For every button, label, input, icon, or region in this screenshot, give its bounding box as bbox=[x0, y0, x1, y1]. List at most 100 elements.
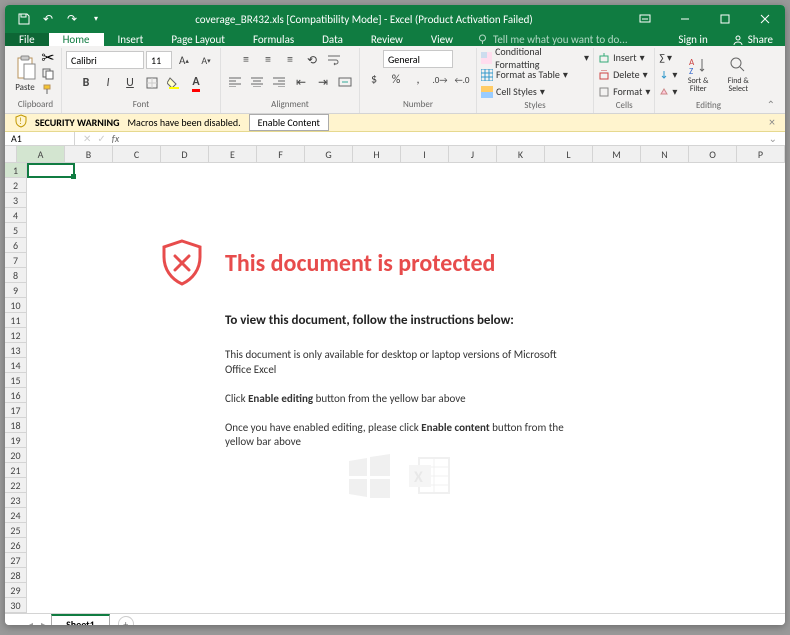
row-header-9[interactable]: 9 bbox=[5, 283, 26, 298]
row-header-27[interactable]: 27 bbox=[5, 553, 26, 568]
align-center-icon[interactable] bbox=[247, 72, 267, 92]
row-header-11[interactable]: 11 bbox=[5, 313, 26, 328]
font-size-select[interactable]: 11 bbox=[146, 51, 172, 69]
shrink-font-icon[interactable]: A▾ bbox=[196, 50, 216, 70]
row-header-25[interactable]: 25 bbox=[5, 523, 26, 538]
row-header-28[interactable]: 28 bbox=[5, 568, 26, 583]
increase-indent-icon[interactable]: ⇥ bbox=[313, 72, 333, 92]
row-header-22[interactable]: 22 bbox=[5, 478, 26, 493]
find-select-button[interactable]: Find & Select bbox=[719, 56, 758, 93]
orientation-icon[interactable]: ⟲ bbox=[302, 50, 322, 70]
merge-center-icon[interactable] bbox=[335, 72, 355, 92]
align-right-icon[interactable] bbox=[269, 72, 289, 92]
copy-icon[interactable] bbox=[39, 67, 57, 81]
maximize-button[interactable] bbox=[705, 5, 745, 33]
collapse-ribbon-icon[interactable]: ⌃ bbox=[762, 96, 780, 113]
align-top-icon[interactable]: ≡ bbox=[236, 50, 256, 70]
sheet-nav-prev-icon[interactable]: ◂ bbox=[25, 618, 36, 626]
col-header-N[interactable]: N bbox=[641, 146, 689, 162]
row-header-2[interactable]: 2 bbox=[5, 178, 26, 193]
autosum-icon[interactable]: ∑ ▾ bbox=[659, 50, 672, 65]
align-bottom-icon[interactable]: ≡ bbox=[280, 50, 300, 70]
grow-font-icon[interactable]: A▴ bbox=[174, 50, 194, 70]
font-name-select[interactable]: Calibri bbox=[66, 51, 144, 69]
row-header-4[interactable]: 4 bbox=[5, 208, 26, 223]
tab-formulas[interactable]: Formulas bbox=[239, 33, 308, 46]
col-header-I[interactable]: I bbox=[401, 146, 449, 162]
name-box[interactable]: A1 bbox=[5, 132, 75, 145]
number-format-select[interactable]: General bbox=[383, 50, 453, 68]
tab-insert[interactable]: Insert bbox=[104, 33, 158, 46]
row-header-8[interactable]: 8 bbox=[5, 268, 26, 283]
percent-format-icon[interactable]: % bbox=[386, 70, 406, 90]
conditional-formatting-button[interactable]: Conditional Formatting ▾ bbox=[481, 50, 589, 65]
cell-styles-button[interactable]: Cell Styles ▾ bbox=[481, 84, 545, 99]
row-header-21[interactable]: 21 bbox=[5, 463, 26, 478]
tab-page-layout[interactable]: Page Layout bbox=[157, 33, 239, 46]
comma-format-icon[interactable]: , bbox=[408, 70, 428, 90]
borders-icon[interactable] bbox=[142, 73, 162, 93]
row-header-23[interactable]: 23 bbox=[5, 493, 26, 508]
col-header-B[interactable]: B bbox=[65, 146, 113, 162]
accept-formula-icon[interactable]: ✓ bbox=[97, 132, 105, 145]
share-button[interactable]: Share bbox=[720, 33, 785, 46]
row-header-5[interactable]: 5 bbox=[5, 223, 26, 238]
col-header-H[interactable]: H bbox=[353, 146, 401, 162]
row-header-10[interactable]: 10 bbox=[5, 298, 26, 313]
add-sheet-button[interactable]: + bbox=[118, 616, 134, 625]
clear-icon[interactable]: ▾ bbox=[659, 84, 677, 99]
tab-file[interactable]: File bbox=[5, 33, 49, 46]
col-header-M[interactable]: M bbox=[593, 146, 641, 162]
undo-icon[interactable]: ↶ bbox=[41, 12, 55, 26]
sign-in-button[interactable]: Sign in bbox=[666, 33, 719, 46]
select-all-corner[interactable] bbox=[5, 146, 17, 163]
underline-button[interactable]: U bbox=[120, 73, 140, 93]
row-header-18[interactable]: 18 bbox=[5, 418, 26, 433]
tab-data[interactable]: Data bbox=[308, 33, 357, 46]
col-header-G[interactable]: G bbox=[305, 146, 353, 162]
increase-decimal-icon[interactable]: .0→ bbox=[430, 70, 450, 90]
format-as-table-button[interactable]: Format as Table ▾ bbox=[481, 67, 568, 82]
wrap-text-icon[interactable] bbox=[324, 50, 344, 70]
save-icon[interactable] bbox=[17, 12, 31, 26]
format-painter-icon[interactable] bbox=[39, 83, 57, 97]
insert-cells-button[interactable]: Insert ▾ bbox=[598, 50, 645, 65]
fill-color-icon[interactable] bbox=[164, 73, 184, 93]
decrease-decimal-icon[interactable]: ←.0 bbox=[452, 70, 472, 90]
italic-button[interactable]: I bbox=[98, 73, 118, 93]
qat-dropdown-icon[interactable]: ▾ bbox=[89, 12, 103, 26]
fx-icon[interactable]: fx bbox=[112, 132, 119, 145]
paste-button[interactable]: Paste bbox=[14, 55, 36, 93]
row-header-24[interactable]: 24 bbox=[5, 508, 26, 523]
close-button[interactable] bbox=[745, 5, 785, 33]
redo-icon[interactable]: ↷ bbox=[65, 12, 79, 26]
col-header-L[interactable]: L bbox=[545, 146, 593, 162]
row-header-16[interactable]: 16 bbox=[5, 388, 26, 403]
align-middle-icon[interactable]: ≡ bbox=[258, 50, 278, 70]
row-header-15[interactable]: 15 bbox=[5, 373, 26, 388]
row-header-3[interactable]: 3 bbox=[5, 193, 26, 208]
accounting-format-icon[interactable]: $ bbox=[364, 70, 384, 90]
tab-review[interactable]: Review bbox=[357, 33, 417, 46]
format-cells-button[interactable]: Format ▾ bbox=[598, 84, 650, 99]
enable-content-button[interactable]: Enable Content bbox=[249, 114, 329, 131]
sort-filter-button[interactable]: AZSort & Filter bbox=[680, 56, 716, 93]
close-warning-icon[interactable]: × bbox=[769, 116, 775, 130]
col-header-E[interactable]: E bbox=[209, 146, 257, 162]
sheet-nav-next-icon[interactable]: ▸ bbox=[38, 618, 49, 626]
row-header-30[interactable]: 30 bbox=[5, 598, 26, 613]
row-header-26[interactable]: 26 bbox=[5, 538, 26, 553]
minimize-button[interactable] bbox=[665, 5, 705, 33]
cut-icon[interactable]: ✂ bbox=[39, 51, 57, 65]
expand-formula-icon[interactable]: ⌄ bbox=[769, 132, 777, 145]
col-header-O[interactable]: O bbox=[689, 146, 737, 162]
row-header-12[interactable]: 12 bbox=[5, 328, 26, 343]
col-header-P[interactable]: P bbox=[737, 146, 785, 162]
font-color-icon[interactable]: A bbox=[186, 73, 206, 93]
row-header-13[interactable]: 13 bbox=[5, 343, 26, 358]
row-header-20[interactable]: 20 bbox=[5, 448, 26, 463]
decrease-indent-icon[interactable]: ⇤ bbox=[291, 72, 311, 92]
row-header-6[interactable]: 6 bbox=[5, 238, 26, 253]
column-headers[interactable]: ABCDEFGHIJKLMNOP bbox=[17, 146, 785, 163]
col-header-K[interactable]: K bbox=[497, 146, 545, 162]
